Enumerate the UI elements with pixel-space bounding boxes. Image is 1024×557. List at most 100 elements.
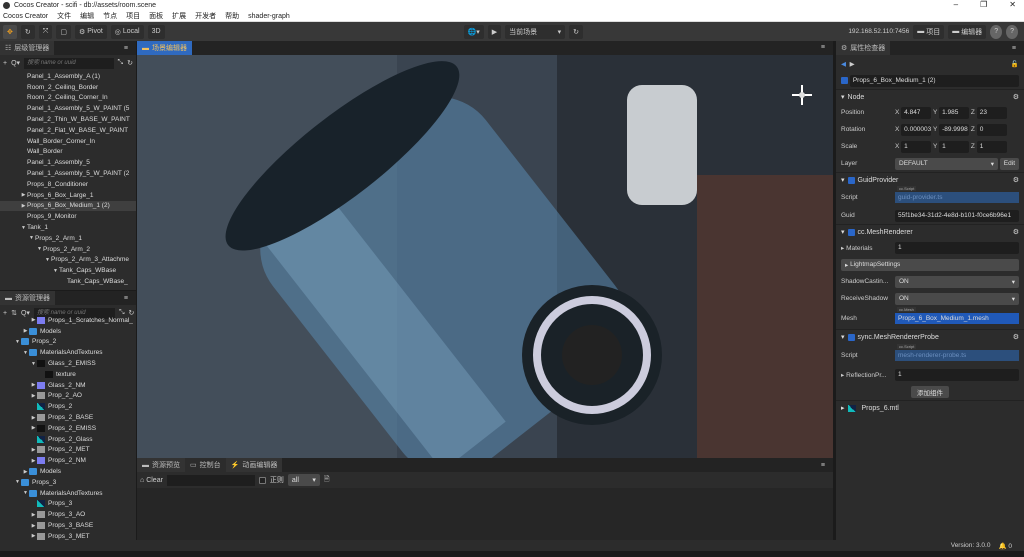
pivot-button[interactable]: ⚙ Pivot xyxy=(74,24,107,39)
tree-item[interactable]: Props_2_Glass xyxy=(0,434,136,445)
tree-item[interactable]: Panel_1_Assembly_A (1) xyxy=(0,71,136,82)
script-asset-field[interactable]: cc.Script guid-provider.ts xyxy=(895,185,1019,203)
expand-arrow-icon[interactable]: ▶ xyxy=(30,447,37,453)
lightmap-settings-header[interactable]: ▸ LightmapSettings xyxy=(841,258,1019,271)
rotate-tool-button[interactable]: ↻ xyxy=(20,24,35,39)
add-asset-button[interactable]: + xyxy=(3,310,7,317)
tree-item[interactable]: ▼ Props_3 xyxy=(0,477,136,488)
expand-arrow-icon[interactable]: ▶ xyxy=(30,458,37,464)
tree-item[interactable]: ▶ Props_6_Box_Large_1 xyxy=(0,190,136,201)
tree-item[interactable]: ▶ Props_6_Box_Medium_1 (2) xyxy=(0,200,136,212)
forward-icon[interactable]: ▶ xyxy=(850,60,855,68)
tree-item[interactable]: ▶ Props_3_MET xyxy=(0,531,136,540)
hierarchy-tab[interactable]: ☷ 层级管理器 xyxy=(0,41,55,55)
tab-assets-preview[interactable]: ▬ 资源预览 xyxy=(137,458,185,472)
project-button[interactable]: ▬ 项目 xyxy=(913,24,945,39)
tree-item[interactable]: Panel_2_Thin_W_BASE_W_PAINT xyxy=(0,114,136,125)
search-type-icon[interactable]: Q▾ xyxy=(11,59,20,67)
position-z-input[interactable]: 23 xyxy=(976,106,1007,119)
tree-item[interactable]: ▶ Prop_2_AO xyxy=(0,391,136,402)
lock-icon[interactable]: 🔓 xyxy=(1011,60,1019,68)
layer-edit-button[interactable]: Edit xyxy=(999,157,1019,170)
menu-item[interactable]: 帮助 xyxy=(225,11,239,21)
menu-item[interactable]: 扩展 xyxy=(172,11,186,21)
tree-item[interactable]: texture xyxy=(0,369,136,380)
expand-arrow-icon[interactable]: ▶ xyxy=(30,415,37,421)
collapse-icon[interactable]: ⤡ xyxy=(119,309,125,317)
menu-item[interactable]: 开发者 xyxy=(195,11,216,21)
tree-item[interactable]: ▼ MaterialsAndTextures xyxy=(0,347,136,358)
refresh-icon[interactable]: ↻ xyxy=(129,309,135,317)
tree-item[interactable]: Props_2 xyxy=(0,401,136,412)
expand-arrow-icon[interactable]: ▼ xyxy=(20,225,27,231)
move-tool-button[interactable]: ✥ xyxy=(3,24,17,39)
refresh-button[interactable]: ↻ xyxy=(569,24,584,39)
expand-arrow-icon[interactable]: ▼ xyxy=(14,479,21,485)
hierarchy-search-input[interactable] xyxy=(24,57,114,69)
rect-tool-button[interactable]: ▢ xyxy=(56,24,71,39)
expand-arrow-icon[interactable]: ▼ xyxy=(22,350,29,356)
scene-select[interactable]: 当前场景 ▾ xyxy=(505,24,566,39)
minimize-button[interactable]: – xyxy=(954,0,958,9)
tree-item[interactable]: Props_9_Monitor xyxy=(0,211,136,222)
expand-arrow-icon[interactable]: ▼ xyxy=(44,257,51,263)
expand-arrow-icon[interactable]: ▶ xyxy=(22,469,29,475)
guid-provider-header[interactable]: ▾ GuidProvider ⚙ xyxy=(836,172,1024,187)
expand-arrow-icon[interactable]: ▼ xyxy=(28,235,35,241)
open-log-icon[interactable]: 🗎 xyxy=(324,475,330,486)
help-docs-button[interactable]: ? xyxy=(1006,24,1018,39)
probe-header[interactable]: ▾ sync.MeshRendererProbe ⚙ xyxy=(836,329,1024,344)
tree-item[interactable]: Tank_Caps_WBase_ xyxy=(0,276,136,287)
panel-menu-icon[interactable]: ≡ xyxy=(124,45,128,52)
rotation-x-input[interactable]: 0.000003 xyxy=(901,123,932,136)
settings-icon[interactable]: ⚙ xyxy=(1013,333,1019,341)
tree-item[interactable]: Wall_Border xyxy=(0,147,136,158)
preview-ip[interactable]: 192.168.52.110:7456 xyxy=(848,28,909,35)
back-icon[interactable]: ◀ xyxy=(841,60,846,68)
mesh-asset-field[interactable]: cc.Mesh Props_6_Box_Medium_1.mesh xyxy=(895,306,1019,324)
tree-item[interactable]: ▼ Props_2_Arm_1 xyxy=(0,233,136,244)
scene-editor-tab[interactable]: ▬ 场景编辑器 xyxy=(137,41,192,55)
node-active-checkbox[interactable] xyxy=(841,77,848,84)
guid-input[interactable]: 55f1be34-31d2-4e8d-b101-f0ce6b96e1 xyxy=(895,209,1019,222)
close-button[interactable]: ✕ xyxy=(1009,0,1016,9)
reflection-input[interactable]: 1 xyxy=(895,368,1019,381)
tree-item[interactable]: Props_3 xyxy=(0,499,136,510)
inspector-tab[interactable]: ⚙ 属性检查器 xyxy=(836,41,891,55)
materials-count-input[interactable]: 1 xyxy=(895,241,1019,254)
expand-arrow-icon[interactable]: ▶ xyxy=(30,533,37,539)
settings-icon[interactable]: ⚙ xyxy=(1013,176,1019,184)
node-section-header[interactable]: ▾ Node ⚙ xyxy=(836,89,1024,104)
assets-tab[interactable]: ▬ 资源管理器 xyxy=(0,291,55,305)
collapse-icon[interactable]: ⤡ xyxy=(118,59,124,67)
component-enabled-checkbox[interactable] xyxy=(847,228,855,236)
expand-arrow-icon[interactable]: ▶ xyxy=(30,382,37,388)
tree-item[interactable]: Panel_1_Assembly_5_W_PAINT (2 xyxy=(0,168,136,179)
component-enabled-checkbox[interactable] xyxy=(847,176,855,184)
tree-item[interactable]: ▶ Props_3_BASE xyxy=(0,520,136,531)
tree-item[interactable]: ▼ MaterialsAndTextures xyxy=(0,488,136,499)
menu-item[interactable]: 面板 xyxy=(149,11,163,21)
add-component-button[interactable]: 添加组件 xyxy=(911,385,949,398)
clear-button[interactable]: ⌂ Clear xyxy=(140,477,163,484)
position-x-input[interactable]: 4.847 xyxy=(901,106,932,119)
material-section-header[interactable]: ▸ Props_6.mtl xyxy=(836,400,1024,415)
reflection-label[interactable]: ▸ ReflectionPr... xyxy=(841,371,895,379)
tree-item[interactable]: ▶ Props_2_EMISS xyxy=(0,423,136,434)
tree-item[interactable]: Panel_1_Assembly_5 xyxy=(0,157,136,168)
menu-item[interactable]: 项目 xyxy=(126,11,140,21)
expand-arrow-icon[interactable]: ▶ xyxy=(30,317,37,323)
menu-item[interactable]: Cocos Creator xyxy=(3,13,48,20)
tree-item[interactable]: ▶ Props_2_BASE xyxy=(0,412,136,423)
expand-arrow-icon[interactable]: ▶ xyxy=(20,192,27,198)
local-button[interactable]: ◎ Local xyxy=(110,24,144,39)
mesh-renderer-header[interactable]: ▾ cc.MeshRenderer ⚙ xyxy=(836,224,1024,239)
expand-arrow-icon[interactable]: ▼ xyxy=(22,490,29,496)
component-enabled-checkbox[interactable] xyxy=(847,333,855,341)
platform-button[interactable]: 🌐▾ xyxy=(463,24,484,39)
panel-menu-icon[interactable]: ≡ xyxy=(821,44,825,51)
sort-icon[interactable]: ⇅ xyxy=(11,309,17,317)
expand-arrow-icon[interactable]: ▶ xyxy=(30,523,37,529)
tree-item[interactable]: ▼ Glass_2_EMISS xyxy=(0,358,136,369)
tree-item[interactable]: ▼ Props_2_Arm_3_Attachme xyxy=(0,255,136,266)
